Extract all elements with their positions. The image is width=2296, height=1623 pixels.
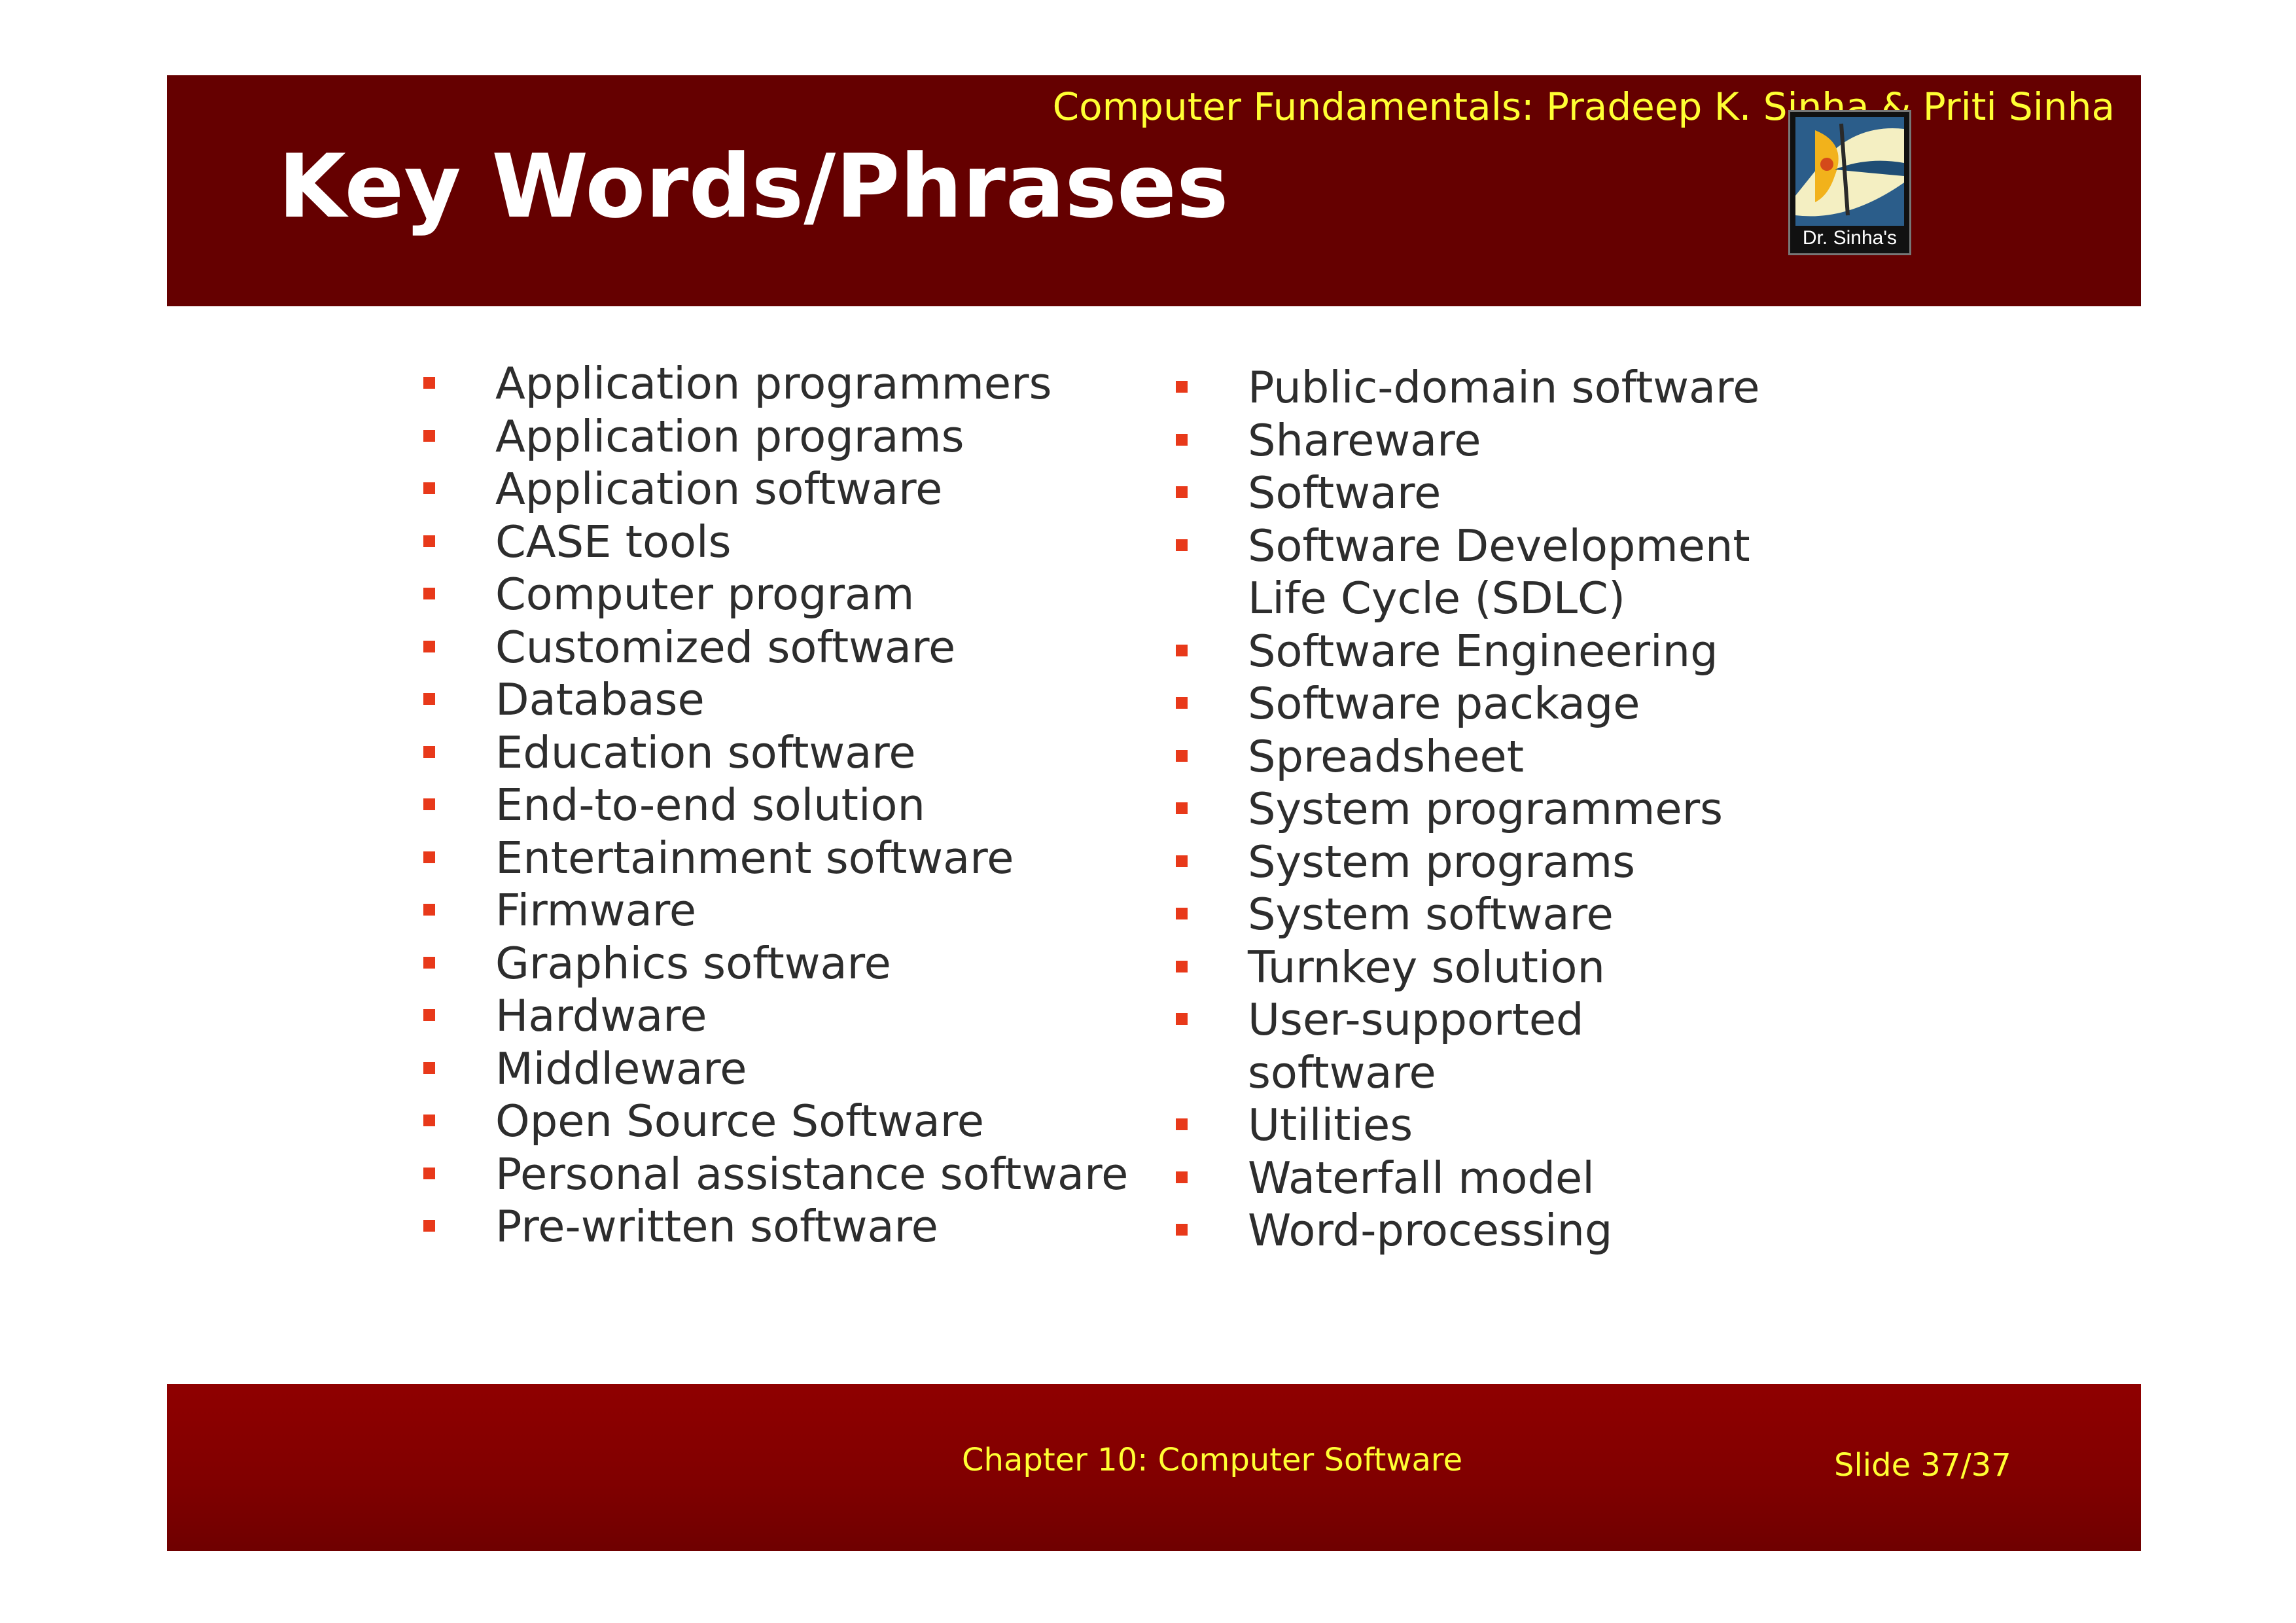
bullet-icon bbox=[423, 956, 435, 969]
bullet-icon bbox=[423, 1009, 435, 1021]
bullet-icon bbox=[1176, 433, 1188, 446]
bullet-icon bbox=[1176, 1224, 1188, 1236]
keyword-item: Entertainment software bbox=[419, 832, 1165, 885]
logo-caption: Dr. Sinha's bbox=[1802, 227, 1898, 249]
keyword-item: Turnkey solution bbox=[1171, 941, 1891, 994]
keyword-item: End-to-end solution bbox=[419, 779, 1165, 832]
keyword-item: Public-domain software bbox=[1171, 361, 1891, 414]
keyword-item: Education software bbox=[419, 726, 1165, 779]
keyword-item: Graphics software bbox=[419, 937, 1165, 990]
keyword-item: Open Source Software bbox=[419, 1095, 1165, 1148]
bullet-icon bbox=[1176, 802, 1188, 814]
bullet-icon bbox=[423, 1220, 435, 1232]
bullet-icon bbox=[1176, 749, 1188, 762]
keyword-item: User-supported software bbox=[1171, 993, 1891, 1099]
bullet-icon bbox=[423, 1167, 435, 1179]
bullet-icon bbox=[1176, 960, 1188, 972]
keyword-item: Software bbox=[1171, 467, 1891, 520]
keyword-item: Firmware bbox=[419, 884, 1165, 937]
keyword-item: Utilities bbox=[1171, 1099, 1891, 1152]
keyword-item: Database bbox=[419, 673, 1165, 726]
keyword-item: System software bbox=[1171, 888, 1891, 941]
bullet-icon bbox=[423, 640, 435, 652]
slide-title: Key Words/Phrases bbox=[278, 135, 1229, 238]
keyword-item: Application software bbox=[419, 463, 1165, 516]
bullet-icon bbox=[1176, 644, 1188, 656]
bullet-icon bbox=[423, 693, 435, 705]
keyword-item: Software package bbox=[1171, 677, 1891, 730]
bullet-icon bbox=[1176, 539, 1188, 551]
slide-number: Slide 37/37 bbox=[1834, 1447, 2011, 1484]
keyword-item: Hardware bbox=[419, 990, 1165, 1043]
keywords-list-right: Public-domain software Shareware Software S… bbox=[1171, 361, 1891, 1257]
keyword-item: Shareware bbox=[1171, 414, 1891, 467]
keyword-item: Spreadsheet bbox=[1171, 730, 1891, 783]
bullet-icon bbox=[423, 588, 435, 599]
bullet-icon bbox=[423, 745, 435, 758]
bullet-icon bbox=[1176, 1171, 1188, 1183]
bullet-icon bbox=[1176, 381, 1188, 393]
keyword-item: Waterfall model bbox=[1171, 1152, 1891, 1205]
bullet-icon bbox=[1176, 1013, 1188, 1025]
bullet-icon bbox=[1176, 855, 1188, 867]
bullet-icon bbox=[1176, 486, 1188, 498]
bullet-icon bbox=[423, 798, 435, 810]
keyword-item: Software Engineering bbox=[1171, 625, 1891, 678]
keyword-item: CASE tools bbox=[419, 516, 1165, 569]
keyword-item: Personal assistance software bbox=[419, 1148, 1165, 1201]
keyword-item: Middleware bbox=[419, 1043, 1165, 1096]
slide-footer: Chapter 10: Computer Software Slide 37/3… bbox=[167, 1384, 2141, 1551]
bullet-icon bbox=[423, 1061, 435, 1074]
logo-emblem-icon bbox=[1795, 117, 1904, 226]
keywords-list-left: Application programmers Application progr… bbox=[419, 357, 1165, 1253]
bullet-icon bbox=[423, 851, 435, 863]
bullet-icon bbox=[423, 1115, 435, 1126]
chapter-title: Chapter 10: Computer Software bbox=[962, 1442, 1463, 1478]
keyword-item: Customized software bbox=[419, 621, 1165, 674]
keyword-item: Word-processing bbox=[1171, 1204, 1891, 1257]
bullet-icon bbox=[423, 482, 435, 494]
keyword-item: Application programs bbox=[419, 410, 1165, 463]
bullet-icon bbox=[1176, 697, 1188, 709]
keyword-item: System programs bbox=[1171, 836, 1891, 889]
bullet-icon bbox=[1176, 1118, 1188, 1130]
keyword-item: Application programmers bbox=[419, 357, 1165, 410]
bullet-icon bbox=[1176, 908, 1188, 919]
keyword-item: Software Development Life Cycle (SDLC) bbox=[1171, 520, 1891, 625]
keyword-item: Pre-written software bbox=[419, 1200, 1165, 1253]
bullet-icon bbox=[423, 377, 435, 389]
bullet-icon bbox=[423, 429, 435, 442]
bullet-icon bbox=[423, 904, 435, 916]
keyword-item: Computer program bbox=[419, 568, 1165, 621]
dr-sinhas-logo: Dr. Sinha's bbox=[1788, 110, 1911, 255]
bullet-icon bbox=[423, 535, 435, 547]
book-title: Computer Fundamentals: Pradeep K. Sinha … bbox=[1052, 84, 2115, 129]
keyword-item: System programmers bbox=[1171, 783, 1891, 836]
